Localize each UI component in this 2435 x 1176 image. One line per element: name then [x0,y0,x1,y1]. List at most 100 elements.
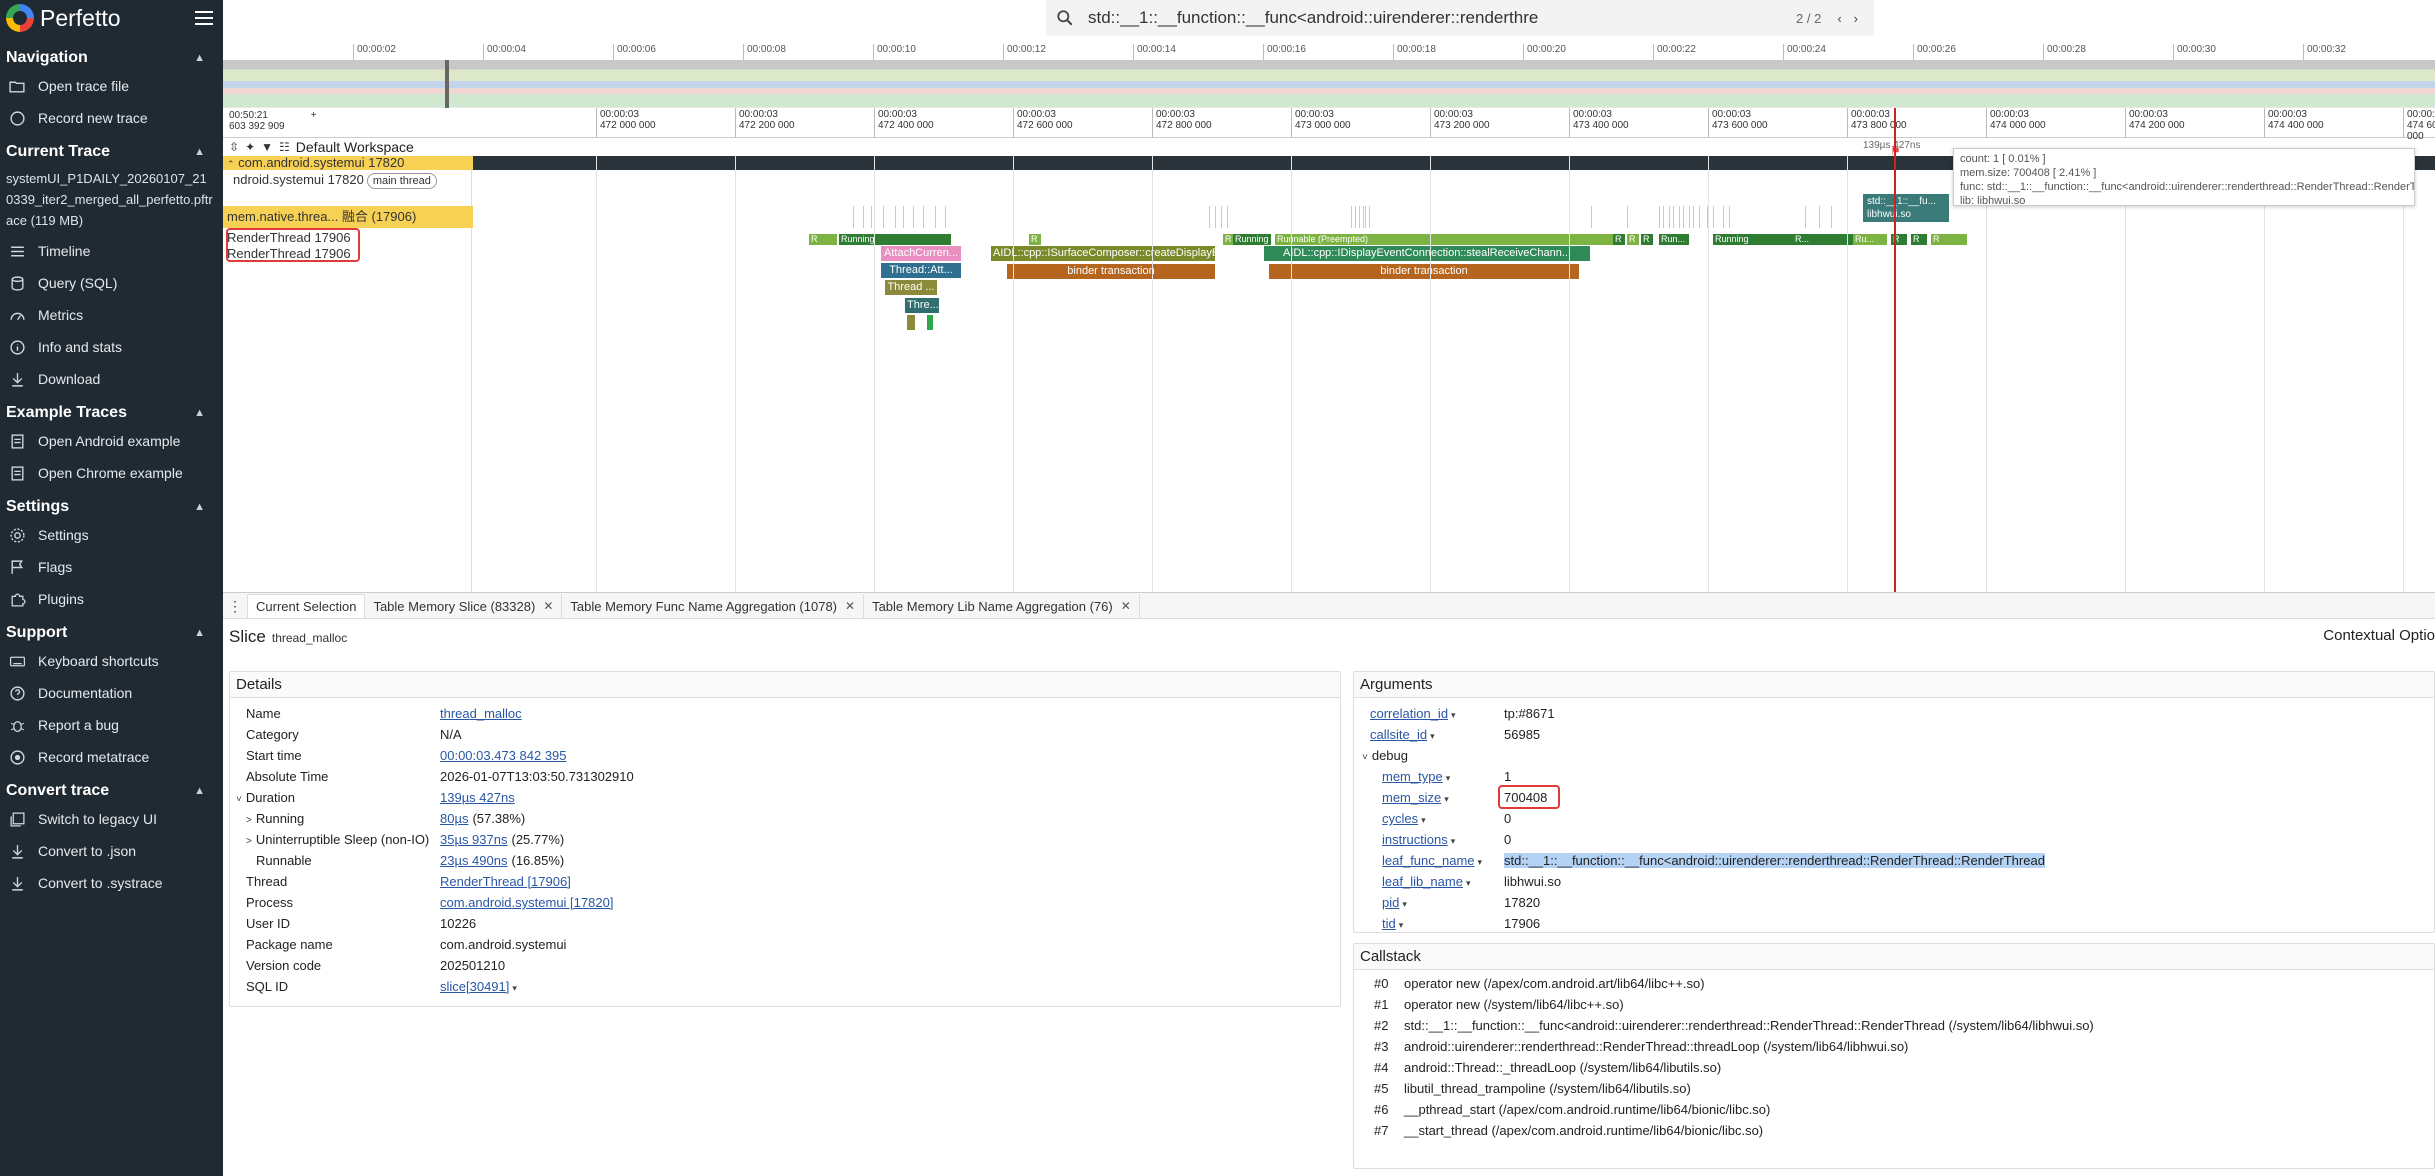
memory-event-marker[interactable] [1369,206,1370,228]
memory-event-marker[interactable] [1723,206,1724,228]
workspace-name[interactable]: Default Workspace [296,139,414,155]
collapse-all-icon[interactable]: ⇳ [229,140,239,154]
main-thread-track-label[interactable]: ndroid.systemui 17820 main thread [223,170,473,192]
sidebar-item-open-android-example[interactable]: Open Android example [0,425,223,457]
thread-slice[interactable]: Thread ... [885,280,937,295]
sidebar-section-header[interactable]: Settings ▲ [0,495,223,519]
thread-state-slice[interactable]: R [1641,234,1653,245]
sidebar-item-report-a-bug[interactable]: Report a bug [0,709,223,741]
thread-slice[interactable]: AIDL::cpp::ISurfaceComposer::createDispl… [991,246,1215,261]
sidebar-section-header[interactable]: Example Traces ▲ [0,401,223,425]
memory-event-marker[interactable] [1669,206,1670,228]
argument-key[interactable]: mem_type ▾ [1382,769,1450,784]
callstack-frame[interactable]: #3 android::uirenderer::renderthread::Ren… [1374,1039,1908,1054]
memory-event-marker[interactable] [895,206,896,228]
details-value-text[interactable]: 139µs 427ns [440,790,515,805]
thread-state-slice[interactable]: R [1223,234,1233,245]
memory-event-marker[interactable] [1673,206,1674,228]
sidebar-item-settings[interactable]: Settings [0,519,223,551]
memory-event-marker[interactable] [1819,206,1820,228]
sidebar-item-download[interactable]: Download [0,363,223,395]
contextual-options-button[interactable]: Contextual Optio [2323,627,2435,644]
argument-key[interactable]: leaf_lib_name ▾ [1382,874,1470,889]
sidebar-item-metrics[interactable]: Metrics [0,299,223,331]
argument-key-text[interactable]: instructions [1382,832,1448,847]
details-value-link[interactable]: 00:00:03.473 842 395 [440,748,567,763]
chevron-left-icon[interactable]: ‹ [1837,11,1841,26]
sidebar-item-record-new-trace[interactable]: Record new trace [0,102,223,134]
memory-event-marker[interactable] [1663,206,1664,228]
unpin-icon[interactable]: ✦ [245,140,255,154]
memory-event-marker[interactable] [935,206,936,228]
chevron-down-icon[interactable]: ˅ [1362,752,1368,763]
dropdown-arrow-icon[interactable]: ▾ [1446,773,1451,783]
thread-slice-small[interactable] [927,315,933,330]
details-value-link[interactable]: slice[30491] ▾ [440,979,517,994]
memory-event-marker[interactable] [1355,206,1356,228]
thread-state-slice[interactable]: Running [839,234,951,245]
callstack-frame[interactable]: #2 std::__1::__function::__func<android::… [1374,1018,2094,1033]
sidebar-item-record-metatrace[interactable]: Record metatrace [0,741,223,773]
details-value-link[interactable]: RenderThread [17906] [440,874,571,889]
tab-table-memory-lib-name-aggregation[interactable]: Table Memory Lib Name Aggregation (76) ✕ [864,594,1140,618]
sidebar-section-header[interactable]: Navigation ▲ [0,46,223,70]
details-value-text[interactable]: 35µs 937ns [440,832,507,847]
dropdown-arrow-icon[interactable]: ▾ [1430,731,1435,741]
thread-slice[interactable]: Thread::Att... [881,263,961,278]
details-value-text[interactable]: thread_malloc [440,706,522,721]
memory-event-marker[interactable] [1659,206,1660,228]
argument-key[interactable]: mem_size ▾ [1382,790,1449,805]
memory-event-marker[interactable] [1689,206,1690,228]
plus-icon[interactable]: + [311,110,317,121]
memory-event-marker[interactable] [1683,206,1684,228]
dropdown-arrow-icon[interactable]: ▾ [1451,836,1456,846]
close-icon[interactable]: ✕ [543,599,553,613]
callstack-frame[interactable]: #7 __start_thread (/apex/com.android.runt… [1374,1123,1763,1138]
thread-state-slice[interactable]: R [1931,234,1967,245]
memory-event-marker[interactable] [1215,206,1216,228]
dropdown-arrow-icon[interactable]: ▾ [1402,899,1407,909]
thread-state-slice[interactable]: Running [1713,234,1859,245]
sidebar-item-open-chrome-example[interactable]: Open Chrome example [0,457,223,489]
memory-event-marker[interactable] [1831,206,1832,228]
sidebar-item-plugins[interactable]: Plugins [0,583,223,615]
tab-table-memory-func-name-aggregation[interactable]: Table Memory Func Name Aggregation (1078… [562,594,865,618]
dropdown-arrow-icon[interactable]: ▾ [1478,857,1483,867]
dropdown-arrow-icon[interactable]: ▾ [1466,878,1471,888]
argument-key-text[interactable]: leaf_lib_name [1382,874,1463,889]
argument-key-text[interactable]: mem_size [1382,790,1441,805]
tab-table-memory-slice[interactable]: Table Memory Slice (83328) ✕ [365,594,563,618]
details-value-text[interactable]: 23µs 490ns [440,853,507,868]
sidebar-item-query-sql[interactable]: Query (SQL) [0,267,223,299]
details-value-link[interactable]: 23µs 490ns (16.85%) [440,853,564,868]
search-input[interactable] [1088,8,1787,28]
details-value-link[interactable]: 80µs (57.38%) [440,811,525,826]
thread-state-slice[interactable]: R [809,234,837,245]
argument-key[interactable]: pid ▾ [1382,895,1407,910]
dropdown-arrow-icon[interactable]: ▾ [512,983,517,993]
sidebar-item-flags[interactable]: Flags [0,551,223,583]
chevron-icon[interactable]: ˃ [246,815,252,826]
close-icon[interactable]: ✕ [1121,599,1131,613]
details-value-link[interactable]: com.android.systemui [17820] [440,895,613,910]
callstack-frame[interactable]: #1 operator new (/system/lib64/libc++.so) [1374,997,1624,1012]
sidebar-item-keyboard-shortcuts[interactable]: Keyboard shortcuts [0,645,223,677]
workspace-icon[interactable]: ☷ [279,140,290,154]
more-vert-icon[interactable]: ⋮ [223,594,247,618]
memory-event-marker[interactable] [945,206,946,228]
thread-slice[interactable]: Thre... [905,298,939,313]
argument-key-text[interactable]: leaf_func_name [1382,853,1475,868]
sidebar-item-convert-to-json[interactable]: Convert to .json [0,835,223,867]
sidebar-item-info-and-stats[interactable]: Info and stats [0,331,223,363]
sidebar-item-convert-to-systrace[interactable]: Convert to .systrace [0,867,223,899]
memory-event-marker[interactable] [1221,206,1222,228]
thread-state-track[interactable]: R Running R R Running Runnable (Preempted) R R R… [223,234,2435,245]
dropdown-arrow-icon[interactable]: ▾ [1444,794,1449,804]
sidebar-section-header[interactable]: Convert trace ▲ [0,779,223,803]
thread-slice[interactable]: binder transaction [1269,264,1579,279]
dropdown-arrow-icon[interactable]: ▾ [1421,815,1426,825]
argument-key[interactable]: callsite_id ▾ [1370,727,1435,742]
thread-state-slice[interactable]: R [1029,234,1041,245]
details-value-text[interactable]: slice[30491] [440,979,509,994]
hamburger-menu-icon[interactable] [195,11,213,25]
